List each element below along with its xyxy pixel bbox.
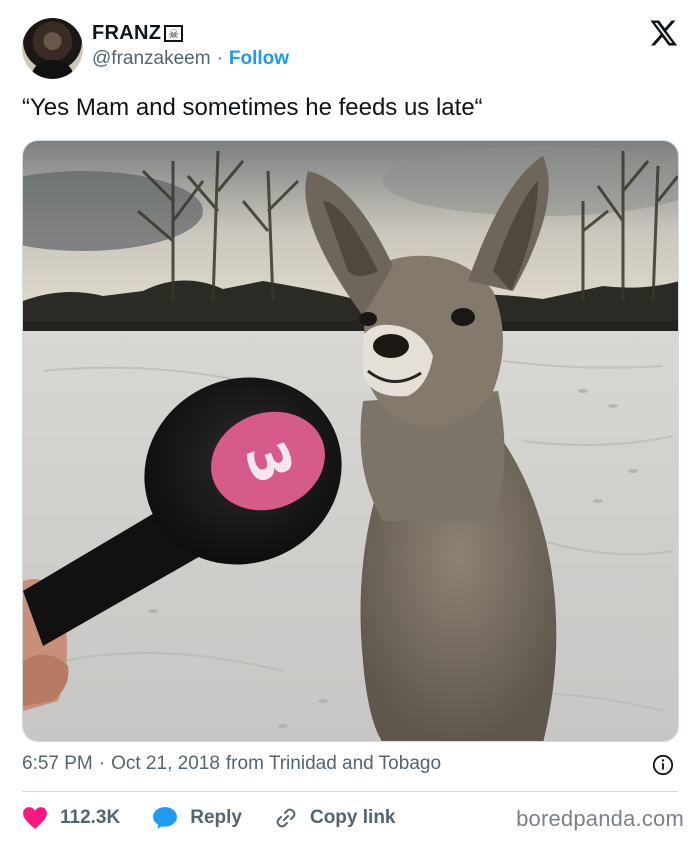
tweet-location: from Trinidad and Tobago <box>225 753 442 774</box>
reply-bubble-icon <box>153 807 178 829</box>
x-logo-icon[interactable] <box>648 18 678 48</box>
handle-separator: · <box>216 48 223 69</box>
tweet-media-image[interactable]: 3 <box>22 140 679 742</box>
info-icon[interactable] <box>652 754 674 776</box>
author-name[interactable]: FRANZ <box>92 22 161 45</box>
like-button[interactable]: 112.3K <box>22 806 120 830</box>
handle-row: @franzakeem · Follow <box>92 48 289 70</box>
copy-link-button[interactable]: Copy link <box>274 806 396 830</box>
follow-button[interactable]: Follow <box>229 48 289 70</box>
tweet-time[interactable]: 6:57 PM <box>22 753 93 775</box>
meta-separator: · <box>98 753 106 774</box>
divider <box>22 791 678 792</box>
copy-link-label: Copy link <box>309 807 396 828</box>
like-count: 112.3K <box>60 807 121 828</box>
tweet-card: FRANZ ☠ @franzakeem · Follow “Yes Mam an… <box>0 0 700 844</box>
author-handle[interactable]: @franzakeem <box>92 48 211 70</box>
tweet-meta: 6:57 PM · Oct 21, 2018 from Trinidad and… <box>22 753 441 775</box>
link-icon <box>276 808 296 828</box>
heart-icon <box>23 807 47 829</box>
action-bar: 112.3K Reply Copy link <box>22 804 428 832</box>
author-name-row[interactable]: FRANZ ☠ <box>92 22 184 45</box>
watermark: boredpanda.com <box>516 806 684 831</box>
skull-crossbones-icon: ☠ <box>164 25 184 42</box>
reply-button[interactable]: Reply <box>152 806 242 830</box>
reply-label: Reply <box>190 807 242 828</box>
avatar[interactable] <box>22 18 83 79</box>
deer-interview-photo: 3 <box>23 141 678 741</box>
tweet-text: “Yes Mam and sometimes he feeds us late“ <box>22 94 483 121</box>
tweet-date[interactable]: Oct 21, 2018 <box>111 753 220 775</box>
